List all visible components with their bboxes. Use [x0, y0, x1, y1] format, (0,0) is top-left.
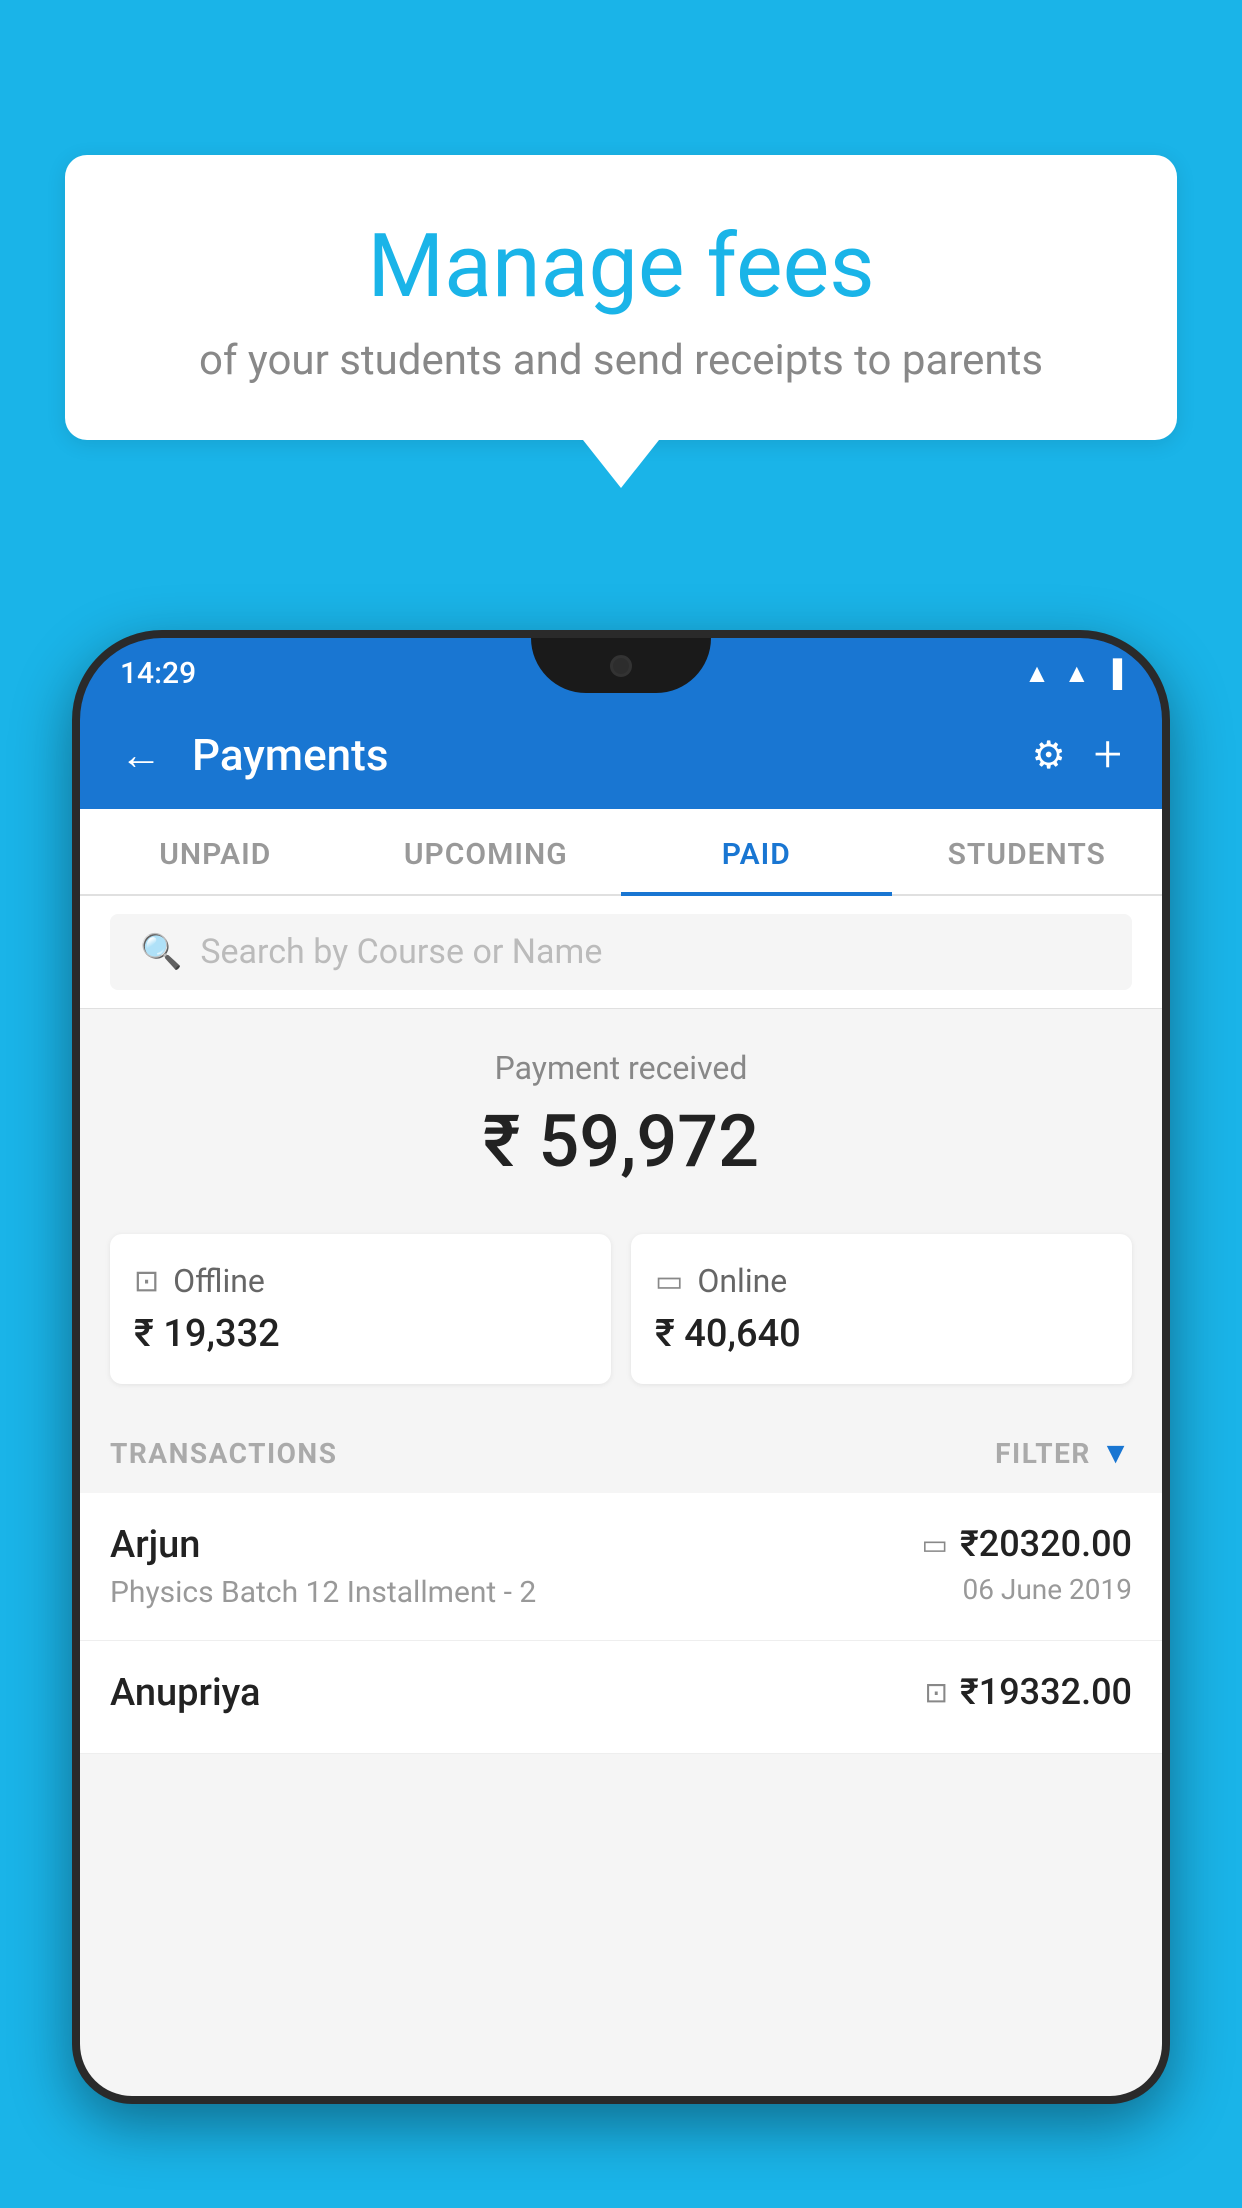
bubble-subtitle: of your students and send receipts to pa… — [115, 336, 1127, 385]
transaction-row: Anupriya ⊡ ₹19332.00 — [80, 1641, 1162, 1754]
settings-button[interactable]: ⚙ — [1032, 733, 1066, 778]
app-header: ← Payments ⚙ + — [80, 701, 1162, 809]
add-button[interactable]: + — [1094, 726, 1122, 784]
transaction-right: ⊡ ₹19332.00 — [925, 1671, 1133, 1721]
back-button[interactable]: ← — [120, 731, 162, 780]
offline-label: Offline — [173, 1262, 265, 1300]
search-bar[interactable]: 🔍 Search by Course or Name — [110, 914, 1132, 990]
phone-frame: 14:29 ▲ ▲ ▐ ← Payments ⚙ + UNPAID UPCOMI… — [72, 630, 1170, 2104]
transaction-detail: Physics Batch 12 Installment - 2 — [110, 1575, 922, 1610]
signal-icon: ▲ — [1064, 658, 1090, 689]
tab-paid[interactable]: PAID — [621, 809, 892, 894]
online-icon: ▭ — [655, 1264, 683, 1299]
battery-icon: ▐ — [1104, 658, 1122, 689]
search-placeholder: Search by Course or Name — [200, 932, 602, 972]
transaction-right: ▭ ₹20320.00 06 June 2019 — [922, 1523, 1133, 1606]
payment-cards: ⊡ Offline ₹ 19,332 ▭ Online ₹ 40,640 — [80, 1234, 1162, 1414]
payment-amount: ₹ 59,972 — [110, 1099, 1132, 1184]
transaction-date: 06 June 2019 — [922, 1573, 1133, 1606]
wifi-icon: ▲ — [1024, 658, 1050, 689]
offline-payment-icon: ⊡ — [925, 1676, 948, 1709]
header-actions: ⚙ + — [1032, 726, 1122, 784]
camera-lens — [610, 655, 632, 677]
offline-icon: ⊡ — [134, 1264, 159, 1299]
transactions-label: TRANSACTIONS — [110, 1437, 337, 1470]
status-time: 14:29 — [120, 656, 196, 691]
speech-bubble-section: Manage fees of your students and send re… — [65, 155, 1177, 488]
online-card: ▭ Online ₹ 40,640 — [631, 1234, 1132, 1384]
transaction-amount-row: ▭ ₹20320.00 — [922, 1523, 1133, 1565]
payment-summary: Payment received ₹ 59,972 — [80, 1009, 1162, 1234]
speech-bubble-arrow — [583, 440, 659, 488]
card-payment-icon: ▭ — [922, 1528, 948, 1561]
header-title: Payments — [192, 729, 1002, 781]
search-container: 🔍 Search by Course or Name — [80, 896, 1162, 1009]
filter-icon: ▼ — [1101, 1436, 1132, 1471]
transactions-header: TRANSACTIONS FILTER ▼ — [80, 1414, 1162, 1493]
transaction-amount-row: ⊡ ₹19332.00 — [925, 1671, 1133, 1713]
search-icon: 🔍 — [140, 932, 182, 972]
transaction-left: Anupriya — [110, 1671, 925, 1723]
phone-wrapper: 14:29 ▲ ▲ ▐ ← Payments ⚙ + UNPAID UPCOMI… — [72, 630, 1170, 2208]
transaction-amount: ₹19332.00 — [960, 1671, 1132, 1713]
online-amount: ₹ 40,640 — [655, 1312, 1108, 1356]
transaction-name: Arjun — [110, 1523, 922, 1567]
filter-text: FILTER — [995, 1437, 1091, 1470]
transaction-name: Anupriya — [110, 1671, 925, 1715]
transaction-left: Arjun Physics Batch 12 Installment - 2 — [110, 1523, 922, 1610]
transaction-row: Arjun Physics Batch 12 Installment - 2 ▭… — [80, 1493, 1162, 1641]
offline-amount: ₹ 19,332 — [134, 1312, 587, 1356]
tabs-bar: UNPAID UPCOMING PAID STUDENTS — [80, 809, 1162, 896]
filter-button[interactable]: FILTER ▼ — [995, 1436, 1132, 1471]
transaction-amount: ₹20320.00 — [960, 1523, 1132, 1565]
tab-upcoming[interactable]: UPCOMING — [351, 809, 622, 894]
payment-received-label: Payment received — [110, 1049, 1132, 1087]
phone-notch — [531, 638, 711, 693]
tab-unpaid[interactable]: UNPAID — [80, 809, 351, 894]
tab-students[interactable]: STUDENTS — [892, 809, 1163, 894]
speech-bubble-card: Manage fees of your students and send re… — [65, 155, 1177, 440]
content-area: 🔍 Search by Course or Name Payment recei… — [80, 896, 1162, 2096]
offline-card: ⊡ Offline ₹ 19,332 — [110, 1234, 611, 1384]
bubble-title: Manage fees — [115, 215, 1127, 318]
online-label: Online — [697, 1262, 787, 1300]
status-icons: ▲ ▲ ▐ — [1024, 658, 1122, 689]
